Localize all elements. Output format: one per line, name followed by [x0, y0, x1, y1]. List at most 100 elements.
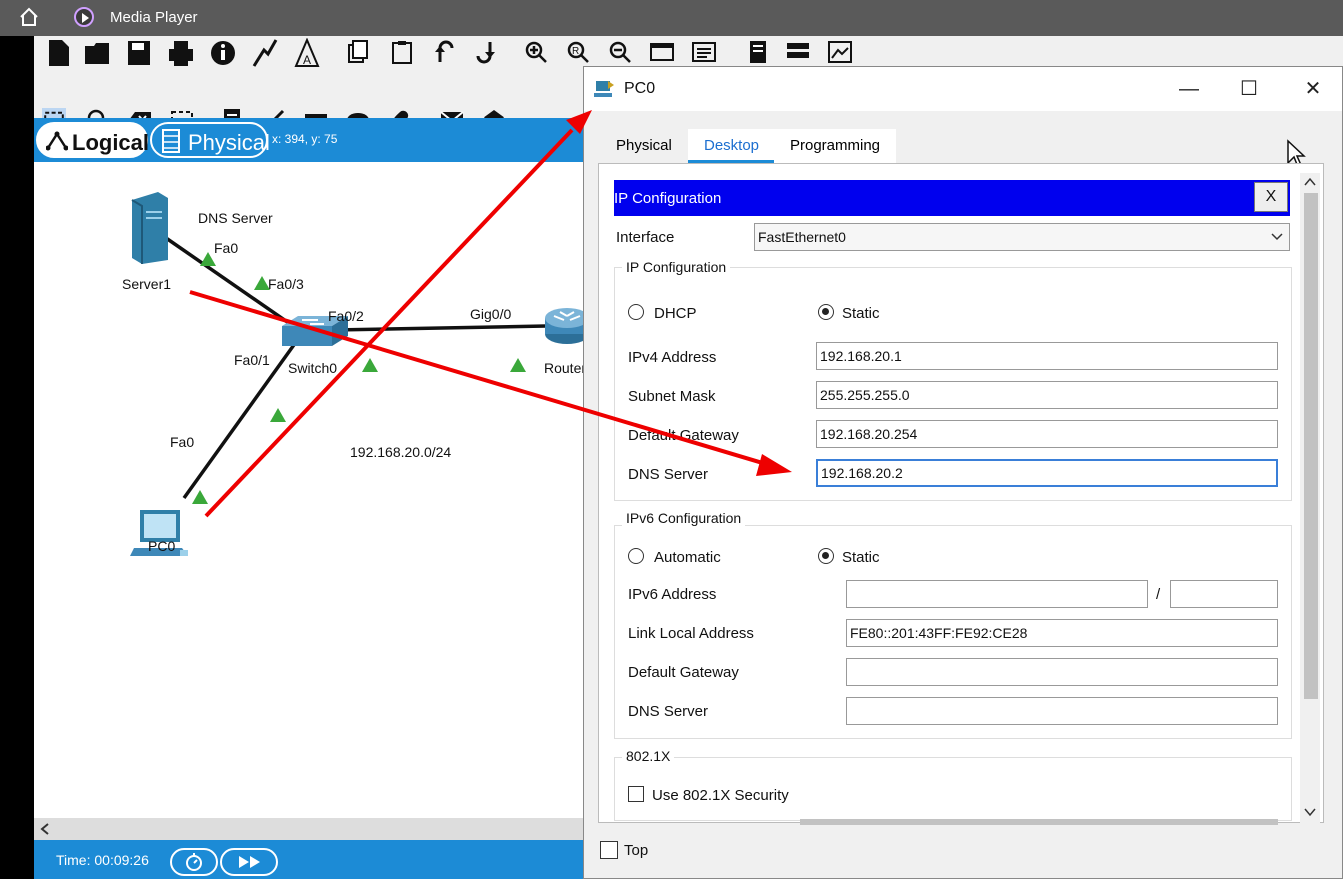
logical-view-icon	[46, 131, 68, 151]
router-name-label: Router	[544, 360, 587, 376]
dns-server6-input[interactable]	[846, 697, 1278, 725]
svg-text:R: R	[572, 46, 579, 57]
cursor-coordinates: x: 394, y: 75	[272, 132, 338, 146]
ipv6-group-title: IPv6 Configuration	[622, 510, 746, 526]
link-indicator-switch-fa01	[270, 408, 286, 422]
chevron-down-icon	[1271, 233, 1283, 241]
ipv6-address-label: IPv6 Address	[628, 586, 717, 603]
zoom-in-icon[interactable]	[524, 40, 548, 64]
interface-label: Interface	[616, 229, 675, 246]
dhcp-label: DHCP	[654, 305, 697, 322]
static6-label: Static	[842, 549, 880, 566]
scroll-left-icon[interactable]	[40, 823, 50, 835]
media-player-logo-icon	[74, 7, 94, 27]
dhcp-radio[interactable]	[628, 304, 644, 320]
tab-physical[interactable]: Physical	[150, 122, 270, 158]
drawing-palette-icon[interactable]	[650, 40, 674, 64]
canvas-horizontal-scrollbar[interactable]	[34, 818, 586, 840]
interface-select[interactable]: FastEthernet0	[754, 223, 1290, 251]
home-icon[interactable]	[18, 6, 40, 28]
network-note: 192.168.20.0/24	[350, 444, 452, 460]
open-folder-icon[interactable]	[84, 38, 110, 68]
static6-radio[interactable]	[818, 548, 834, 564]
close-button[interactable]: ✕	[1288, 73, 1338, 105]
zoom-reset-icon[interactable]: R	[566, 40, 590, 64]
dns-server-input[interactable]	[816, 459, 1278, 487]
pdu-list-icon[interactable]	[746, 40, 770, 64]
pc0-dialog: PC0 — ☐ ✕ Physical Desktop Programming I…	[583, 66, 1343, 879]
info-icon[interactable]	[210, 38, 236, 68]
copy-icon[interactable]	[346, 40, 370, 64]
static-radio[interactable]	[818, 304, 834, 320]
redo-icon[interactable]	[474, 40, 498, 64]
default-gateway6-label: Default Gateway	[628, 664, 739, 681]
default-gateway6-input[interactable]	[846, 658, 1278, 686]
tab-logical[interactable]: Logical	[36, 122, 150, 158]
link-local-label: Link Local Address	[628, 625, 754, 642]
undo-icon[interactable]	[432, 40, 456, 64]
dialog-titlebar: PC0 — ☐ ✕	[584, 67, 1342, 111]
automatic-label: Automatic	[654, 549, 721, 566]
pc-name-label: PC0	[148, 538, 176, 554]
link-indicator-router	[510, 358, 526, 372]
power-cycle-button[interactable]	[170, 848, 218, 876]
panel-scroll-thumb[interactable]	[1304, 193, 1318, 699]
dot1x-label: Use 802.1X Security	[652, 787, 789, 804]
switch-name-label: Switch0	[288, 360, 338, 376]
panel-horizontal-thumb[interactable]	[800, 819, 1278, 825]
dns-server6-label: DNS Server	[628, 703, 709, 720]
tab-physical-dlg[interactable]: Physical	[600, 129, 688, 163]
server-port-label: Fa0	[214, 240, 239, 256]
automatic-radio[interactable]	[628, 548, 644, 564]
default-gateway-input[interactable]	[816, 420, 1278, 448]
link-local-input[interactable]	[846, 619, 1278, 647]
fast-forward-button[interactable]	[220, 848, 278, 876]
scroll-up-icon[interactable]	[1304, 177, 1316, 187]
left-letterbox	[0, 36, 34, 879]
server-name-label: Server1	[122, 276, 172, 292]
paste-icon[interactable]	[390, 40, 414, 64]
subnet-mask-input[interactable]	[816, 381, 1278, 409]
dialog-title: PC0	[624, 80, 656, 97]
ip-config-close-button[interactable]: X	[1254, 182, 1288, 212]
tab-programming[interactable]: Programming	[774, 129, 897, 163]
custom-device-dialog-icon[interactable]	[692, 40, 716, 64]
subnet-mask-label: Subnet Mask	[628, 388, 716, 405]
prefix-slash: /	[1156, 586, 1161, 603]
maximize-button[interactable]: ☐	[1224, 73, 1274, 105]
switch-fa03-label: Fa0/3	[268, 276, 304, 292]
tab-desktop[interactable]: Desktop	[688, 129, 776, 163]
ipv4-address-input[interactable]	[816, 342, 1278, 370]
ipv6-prefix-input[interactable]	[1170, 580, 1278, 608]
tab-logical-label: Logical	[72, 130, 150, 155]
screenshot-icon[interactable]	[828, 40, 852, 64]
save-icon[interactable]	[126, 38, 152, 68]
ipv4-group-title: IP Configuration	[622, 259, 731, 275]
server-icon[interactable]	[128, 190, 172, 264]
zoom-out-icon[interactable]	[608, 40, 632, 64]
switch-fa01-label: Fa0/1	[234, 352, 270, 368]
print-icon[interactable]	[168, 38, 194, 68]
default-gateway-label: Default Gateway	[628, 427, 739, 444]
activity-wizard-icon[interactable]: A	[294, 38, 320, 68]
top-checkbox[interactable]	[600, 841, 618, 859]
minimize-button[interactable]: —	[1164, 73, 1214, 105]
physical-view-icon	[162, 129, 180, 153]
dot1x-checkbox[interactable]	[628, 786, 644, 802]
timer-icon	[186, 853, 202, 871]
media-player-title: Media Player	[110, 9, 198, 26]
device-template-icon[interactable]	[786, 40, 810, 64]
logical-workspace-canvas[interactable]: DNS Server Fa0 Server1 Fa0/3 Fa0/2 Gig0/…	[34, 162, 589, 822]
topology-links	[165, 236, 547, 504]
pc-icon[interactable]	[130, 508, 190, 564]
new-file-icon[interactable]	[46, 38, 72, 68]
top-label: Top	[624, 842, 649, 859]
dns-server-label: DNS Server	[628, 466, 709, 483]
tab-physical-label: Physical	[188, 130, 270, 155]
scroll-down-icon[interactable]	[1304, 807, 1316, 817]
ipv6-address-input[interactable]	[846, 580, 1148, 608]
network-wizard-icon[interactable]	[252, 38, 278, 68]
static-label: Static	[842, 305, 880, 322]
pc-port-label: Fa0	[170, 434, 195, 450]
dns-server-note: DNS Server	[198, 210, 273, 226]
